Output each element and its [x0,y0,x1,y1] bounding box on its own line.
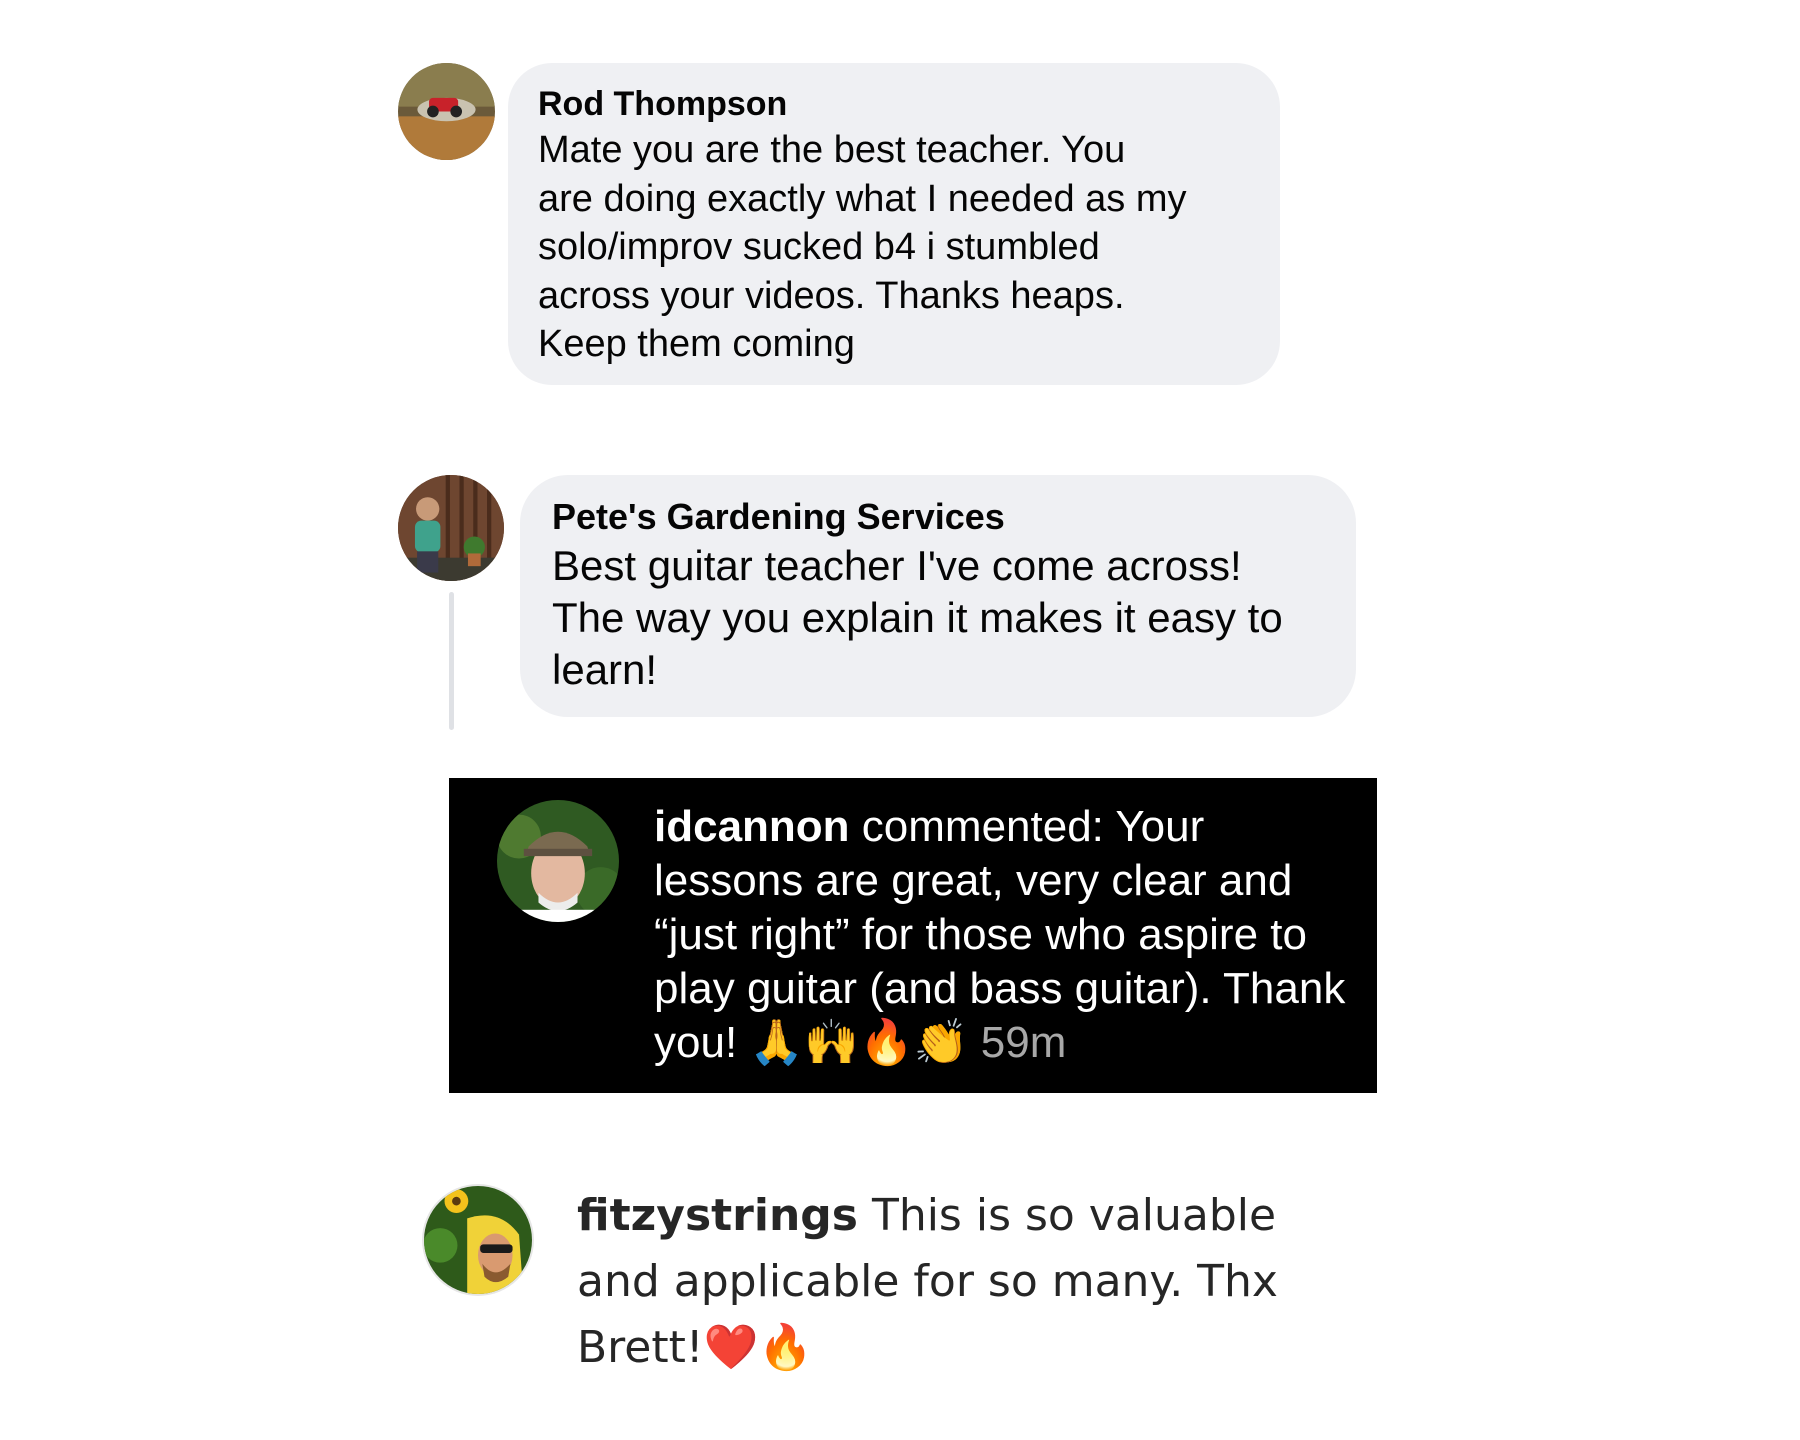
petes-gardening-avatar[interactable] [398,475,504,581]
comment-author[interactable]: idcannon [654,802,850,851]
comment-text: Best guitar teacher I've come across! Th… [552,542,1283,693]
idcannon-avatar[interactable] [497,800,619,922]
comment-author[interactable]: fitzystrings [577,1190,858,1241]
comment-author[interactable]: Pete's Gardening Services [552,494,1005,540]
comment-text: idcannon commented: Your lessons are gre… [654,800,1354,1070]
comment-author[interactable]: Rod Thompson [538,82,787,126]
avatar-photo [398,63,495,160]
avatar-photo [497,800,619,922]
comment-timestamp: 59m [980,1018,1067,1067]
reply-thread-line [449,592,454,730]
avatar-photo [424,1186,532,1294]
comment-text: fitzystrings This is so valuable and app… [577,1183,1367,1381]
fitzystrings-avatar[interactable] [424,1186,532,1294]
comment-text: Mate you are the best teacher. You are d… [538,129,1187,365]
rod-thompson-avatar[interactable] [398,63,495,160]
avatar-photo [398,475,504,581]
